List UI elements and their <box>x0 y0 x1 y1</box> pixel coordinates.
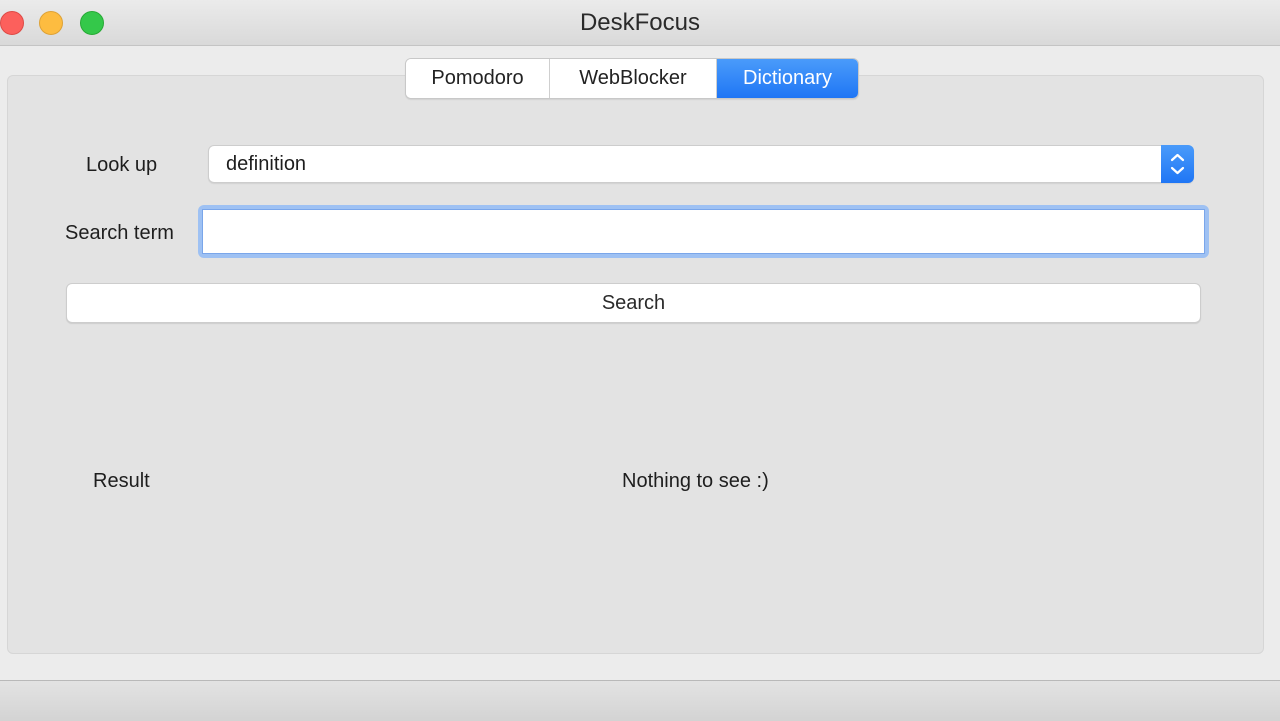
search-term-field-focus-ring <box>198 205 1209 258</box>
search-term-label: Search term <box>65 222 174 244</box>
search-term-input[interactable] <box>202 209 1205 254</box>
tab-webblocker[interactable]: WebBlocker <box>550 59 717 98</box>
tab-dictionary[interactable]: Dictionary <box>717 59 858 98</box>
chevron-up-down-icon[interactable] <box>1161 145 1194 183</box>
lookup-label: Look up <box>86 154 158 176</box>
tab-pomodoro[interactable]: Pomodoro <box>406 59 550 98</box>
result-value: Nothing to see :) <box>622 470 769 492</box>
bottom-bar <box>0 680 1280 721</box>
lookup-select-value: definition <box>226 153 307 175</box>
search-button[interactable]: Search <box>66 283 1201 323</box>
app-window: DeskFocus Pomodoro WebBlocker Dictionary… <box>0 0 1280 721</box>
lookup-select[interactable]: definition <box>208 145 1194 183</box>
window-title: DeskFocus <box>579 9 701 36</box>
tab-bar: Pomodoro WebBlocker Dictionary <box>405 58 859 99</box>
result-label: Result <box>93 470 150 492</box>
title-bar[interactable]: DeskFocus <box>0 0 1280 46</box>
